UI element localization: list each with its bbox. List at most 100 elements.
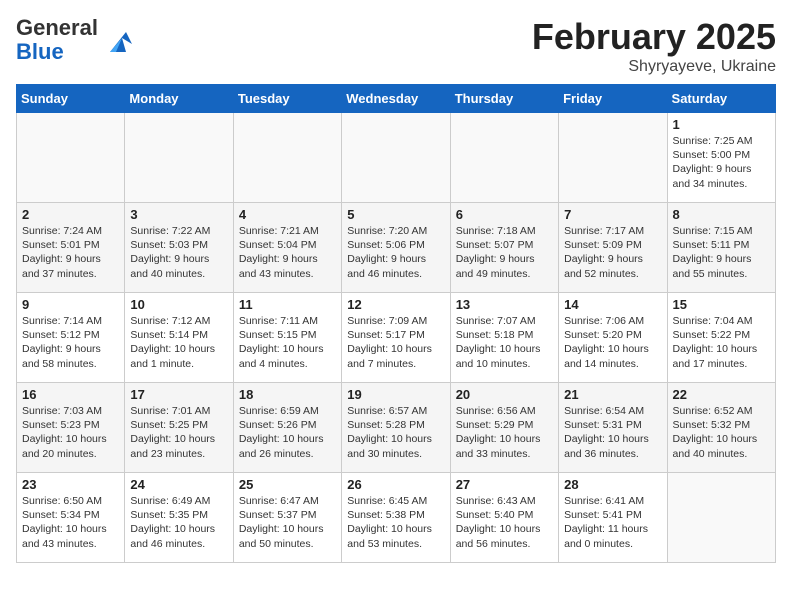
day-number: 3 [130,207,227,222]
calendar-week-4: 16 Sunrise: 7:03 AM Sunset: 5:23 PM Dayli… [17,383,776,473]
calendar-cell: 3 Sunrise: 7:22 AM Sunset: 5:03 PM Daylig… [125,203,233,293]
day-number: 18 [239,387,336,402]
day-number: 26 [347,477,444,492]
day-info: Sunrise: 6:41 AM Sunset: 5:41 PM Dayligh… [564,494,661,551]
calendar-cell: 26 Sunrise: 6:45 AM Sunset: 5:38 PM Dayli… [342,473,450,563]
day-number: 6 [456,207,553,222]
day-info: Sunrise: 7:25 AM Sunset: 5:00 PM Dayligh… [673,134,770,191]
day-number: 17 [130,387,227,402]
day-info: Sunrise: 7:09 AM Sunset: 5:17 PM Dayligh… [347,314,444,371]
calendar-cell: 16 Sunrise: 7:03 AM Sunset: 5:23 PM Dayli… [17,383,125,473]
calendar-title: February 2025 [532,16,776,58]
day-number: 9 [22,297,119,312]
logo-blue: Blue [16,39,64,64]
day-number: 1 [673,117,770,132]
calendar-cell: 9 Sunrise: 7:14 AM Sunset: 5:12 PM Daylig… [17,293,125,383]
day-number: 28 [564,477,661,492]
day-info: Sunrise: 7:18 AM Sunset: 5:07 PM Dayligh… [456,224,553,281]
day-number: 4 [239,207,336,222]
calendar-cell: 5 Sunrise: 7:20 AM Sunset: 5:06 PM Daylig… [342,203,450,293]
calendar-cell: 20Sunrise: 6:56 AM Sunset: 5:29 PM Dayli… [450,383,558,473]
calendar-cell: 27 Sunrise: 6:43 AM Sunset: 5:40 PM Dayli… [450,473,558,563]
day-info: Sunrise: 6:52 AM Sunset: 5:32 PM Dayligh… [673,404,770,461]
day-number: 16 [22,387,119,402]
calendar-cell: 22 Sunrise: 6:52 AM Sunset: 5:32 PM Dayli… [667,383,775,473]
calendar-cell: 28 Sunrise: 6:41 AM Sunset: 5:41 PM Dayli… [559,473,667,563]
logo-general: General [16,15,98,40]
day-number: 19 [347,387,444,402]
title-block: February 2025 Shyryayeve, Ukraine [532,16,776,76]
day-number: 25 [239,477,336,492]
calendar-cell [667,473,775,563]
calendar-cell [125,113,233,203]
calendar-cell: 11 Sunrise: 7:11 AM Sunset: 5:15 PM Dayli… [233,293,341,383]
day-info: Sunrise: 6:54 AM Sunset: 5:31 PM Dayligh… [564,404,661,461]
day-number: 11 [239,297,336,312]
calendar-cell: 19Sunrise: 6:57 AM Sunset: 5:28 PM Dayli… [342,383,450,473]
day-number: 24 [130,477,227,492]
calendar-cell: 6 Sunrise: 7:18 AM Sunset: 5:07 PM Daylig… [450,203,558,293]
day-number: 10 [130,297,227,312]
day-number: 8 [673,207,770,222]
day-info: Sunrise: 7:17 AM Sunset: 5:09 PM Dayligh… [564,224,661,281]
logo-icon [102,24,134,56]
calendar-week-2: 2 Sunrise: 7:24 AM Sunset: 5:01 PM Daylig… [17,203,776,293]
calendar-cell: 12 Sunrise: 7:09 AM Sunset: 5:17 PM Dayli… [342,293,450,383]
day-info: Sunrise: 6:47 AM Sunset: 5:37 PM Dayligh… [239,494,336,551]
day-number: 20 [456,387,553,402]
weekday-header-thursday: Thursday [450,85,558,113]
weekday-header-saturday: Saturday [667,85,775,113]
day-info: Sunrise: 7:21 AM Sunset: 5:04 PM Dayligh… [239,224,336,281]
day-number: 23 [22,477,119,492]
calendar-cell [342,113,450,203]
calendar-cell: 25 Sunrise: 6:47 AM Sunset: 5:37 PM Dayli… [233,473,341,563]
day-number: 7 [564,207,661,222]
weekday-header-tuesday: Tuesday [233,85,341,113]
day-info: Sunrise: 6:49 AM Sunset: 5:35 PM Dayligh… [130,494,227,551]
weekday-header-friday: Friday [559,85,667,113]
day-info: Sunrise: 7:20 AM Sunset: 5:06 PM Dayligh… [347,224,444,281]
day-number: 22 [673,387,770,402]
calendar-cell: 1 Sunrise: 7:25 AM Sunset: 5:00 PM Daylig… [667,113,775,203]
day-info: Sunrise: 6:45 AM Sunset: 5:38 PM Dayligh… [347,494,444,551]
day-info: Sunrise: 7:06 AM Sunset: 5:20 PM Dayligh… [564,314,661,371]
day-info: Sunrise: 6:43 AM Sunset: 5:40 PM Dayligh… [456,494,553,551]
day-info: Sunrise: 7:01 AM Sunset: 5:25 PM Dayligh… [130,404,227,461]
weekday-header-monday: Monday [125,85,233,113]
calendar-cell: 2 Sunrise: 7:24 AM Sunset: 5:01 PM Daylig… [17,203,125,293]
day-info: Sunrise: 6:50 AM Sunset: 5:34 PM Dayligh… [22,494,119,551]
logo: General Blue [16,16,134,64]
day-number: 27 [456,477,553,492]
calendar-cell: 13 Sunrise: 7:07 AM Sunset: 5:18 PM Dayli… [450,293,558,383]
day-info: Sunrise: 7:11 AM Sunset: 5:15 PM Dayligh… [239,314,336,371]
day-number: 5 [347,207,444,222]
calendar-week-5: 23 Sunrise: 6:50 AM Sunset: 5:34 PM Dayli… [17,473,776,563]
weekday-header-wednesday: Wednesday [342,85,450,113]
day-number: 21 [564,387,661,402]
day-number: 13 [456,297,553,312]
calendar-cell: 14Sunrise: 7:06 AM Sunset: 5:20 PM Dayli… [559,293,667,383]
page-header: General Blue February 2025 Shyryayeve, U… [16,16,776,76]
day-info: Sunrise: 7:22 AM Sunset: 5:03 PM Dayligh… [130,224,227,281]
calendar-cell: 4 Sunrise: 7:21 AM Sunset: 5:04 PM Daylig… [233,203,341,293]
calendar-cell: 7 Sunrise: 7:17 AM Sunset: 5:09 PM Daylig… [559,203,667,293]
day-info: Sunrise: 7:24 AM Sunset: 5:01 PM Dayligh… [22,224,119,281]
calendar-cell: 8Sunrise: 7:15 AM Sunset: 5:11 PM Daylig… [667,203,775,293]
calendar-week-1: 1 Sunrise: 7:25 AM Sunset: 5:00 PM Daylig… [17,113,776,203]
calendar-cell [17,113,125,203]
day-info: Sunrise: 7:14 AM Sunset: 5:12 PM Dayligh… [22,314,119,371]
calendar-cell [450,113,558,203]
calendar-cell [559,113,667,203]
day-info: Sunrise: 6:59 AM Sunset: 5:26 PM Dayligh… [239,404,336,461]
day-info: Sunrise: 7:03 AM Sunset: 5:23 PM Dayligh… [22,404,119,461]
day-info: Sunrise: 7:07 AM Sunset: 5:18 PM Dayligh… [456,314,553,371]
day-info: Sunrise: 7:04 AM Sunset: 5:22 PM Dayligh… [673,314,770,371]
day-number: 2 [22,207,119,222]
calendar-cell: 23 Sunrise: 6:50 AM Sunset: 5:34 PM Dayli… [17,473,125,563]
calendar-week-3: 9 Sunrise: 7:14 AM Sunset: 5:12 PM Daylig… [17,293,776,383]
calendar-cell [233,113,341,203]
calendar-cell: 24 Sunrise: 6:49 AM Sunset: 5:35 PM Dayli… [125,473,233,563]
calendar-cell: 10Sunrise: 7:12 AM Sunset: 5:14 PM Dayli… [125,293,233,383]
calendar-subtitle: Shyryayeve, Ukraine [532,58,776,76]
day-number: 12 [347,297,444,312]
